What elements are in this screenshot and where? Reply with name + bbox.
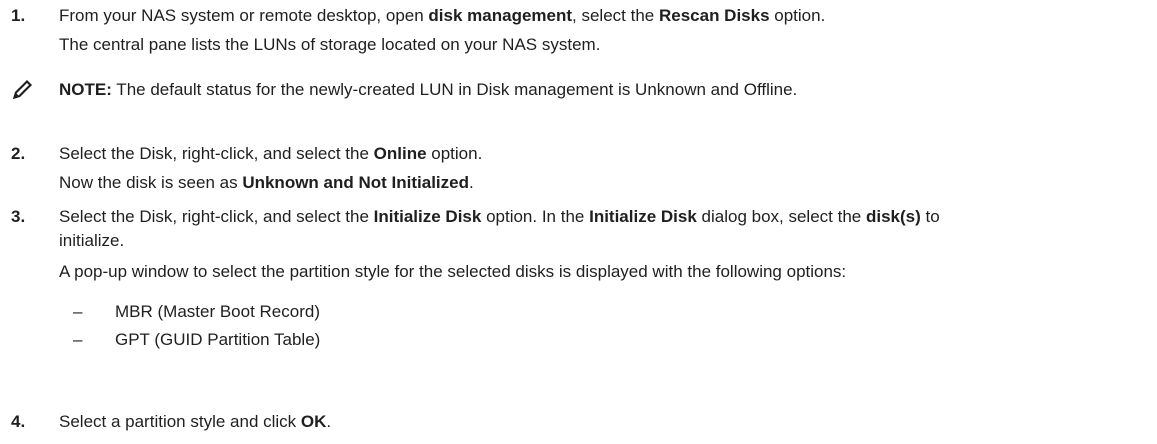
- step-body: Select a partition style and click OK.: [59, 410, 1147, 434]
- dash-bullet: –: [73, 330, 83, 349]
- text: .: [326, 412, 332, 431]
- bold-term: disk(s): [865, 207, 921, 226]
- text: option. In the: [481, 207, 590, 226]
- step-text: Select the Disk, right-click, and select…: [59, 142, 1147, 166]
- step-text: From your NAS system or remote desktop, …: [59, 4, 1147, 28]
- note-label: NOTE:: [59, 80, 112, 99]
- text: , select the: [572, 6, 659, 25]
- dash-bullet: –: [73, 302, 83, 321]
- step-result: A pop-up window to select the partition …: [59, 262, 847, 281]
- options-list: – MBR (Master Boot Record) – GPT (GUID Par…: [59, 298, 1147, 354]
- bold-term: Initialize Disk: [373, 207, 482, 226]
- text: Select the Disk, right-click, and select…: [59, 207, 374, 226]
- list-item-text: GPT (GUID Partition Table): [115, 330, 321, 349]
- step-text: Select the Disk, right-click, and select…: [59, 205, 1147, 229]
- note-text: NOTE: The default status for the newly-c…: [59, 75, 797, 105]
- step-number: 3.: [11, 207, 26, 226]
- step-result: The central pane lists the LUNs of stora…: [59, 35, 601, 54]
- step-body: Select the Disk, right-click, and select…: [59, 205, 1147, 354]
- bold-term: OK: [300, 412, 327, 431]
- text: From your NAS system or remote desktop, …: [59, 6, 429, 25]
- step-body: From your NAS system or remote desktop, …: [59, 4, 1147, 57]
- text: option.: [426, 144, 483, 163]
- bold-term: Initialize Disk: [589, 207, 697, 226]
- bold-term: Unknown and Not Initialized: [242, 173, 469, 192]
- pencil-note-icon: [13, 80, 32, 99]
- step-number: 2.: [11, 144, 26, 163]
- bold-term: Rescan Disks: [658, 6, 770, 25]
- text: option.: [769, 6, 826, 25]
- note: NOTE: The default status for the newly-c…: [0, 75, 1157, 105]
- text: dialog box, select the: [696, 207, 866, 226]
- step-result: Now the disk is seen as Unknown and Not …: [59, 171, 1147, 195]
- step-text: Select a partition style and click OK.: [59, 410, 1147, 434]
- text: .: [468, 173, 474, 192]
- step-number: 1.: [11, 6, 26, 25]
- list-item: – GPT (GUID Partition Table): [59, 326, 1147, 354]
- step-body: Select the Disk, right-click, and select…: [59, 142, 1147, 195]
- step-text-continued: initialize.: [59, 231, 125, 250]
- text: Now the disk is seen as: [59, 173, 243, 192]
- bold-term: disk management: [428, 6, 573, 25]
- list-item-text: MBR (Master Boot Record): [115, 302, 320, 321]
- text: Select the Disk, right-click, and select…: [59, 144, 374, 163]
- step-number: 4.: [11, 412, 26, 431]
- text: Select a partition style and click: [59, 412, 301, 431]
- note-body: The default status for the newly-created…: [111, 80, 798, 99]
- text: to: [920, 207, 940, 226]
- document: 1. From your NAS system or remote deskto…: [0, 0, 1157, 444]
- list-item: – MBR (Master Boot Record): [59, 298, 1147, 326]
- bold-term: Online: [373, 144, 427, 163]
